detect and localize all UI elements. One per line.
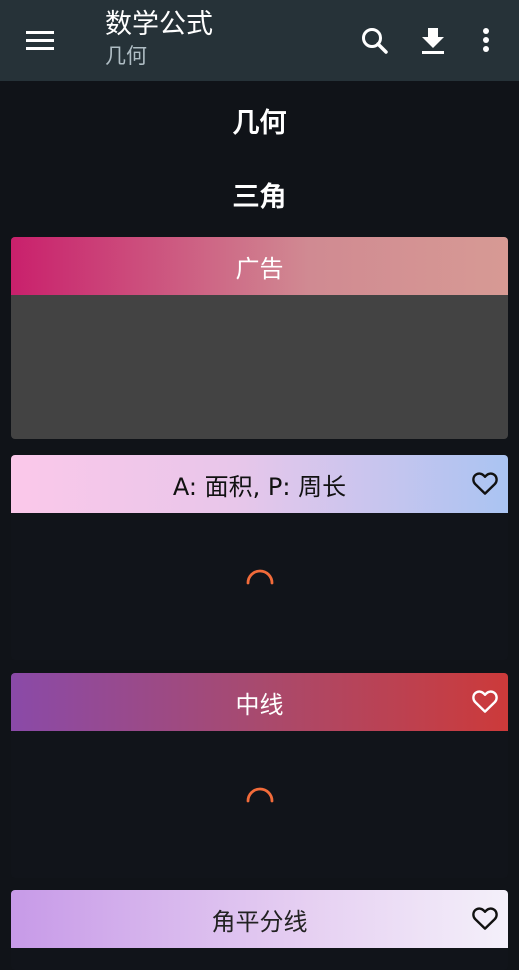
ad-card-header: 广告 [11,237,508,295]
ad-card[interactable]: 广告 [11,237,508,439]
ad-label: 广告 [235,254,284,283]
formula-card-title: 中线 [235,690,284,719]
formula-card[interactable]: 角平分线 [11,890,508,970]
formula-card-header: 角平分线 [11,890,508,948]
more-vertical-icon[interactable] [476,24,496,58]
formula-card[interactable]: A: 面积, P: 周长 [11,455,508,660]
app-bar-titles: 数学公式 几何 [105,8,213,70]
search-icon[interactable] [358,24,392,58]
download-icon[interactable] [418,24,448,58]
loading-spinner-icon [246,569,274,585]
section-heading: 三角 [232,182,287,213]
app-subtitle: 几何 [105,44,147,68]
formula-card-title: 角平分线 [211,907,308,936]
menu-icon[interactable] [22,24,58,56]
formula-card[interactable]: 中线 [11,673,508,878]
app-title: 数学公式 [105,9,213,40]
app-bar: 数学公式 几何 [0,0,519,81]
heart-outline-icon[interactable] [470,903,500,933]
formula-card-header: A: 面积, P: 周长 [11,455,508,513]
loading-spinner-icon [246,787,274,803]
heart-outline-icon[interactable] [470,468,500,498]
formula-card-header: 中线 [11,673,508,731]
page-heading: 几何 [232,108,287,139]
heart-outline-icon[interactable] [470,686,500,716]
formula-card-title: A: 面积, P: 周长 [172,472,347,501]
